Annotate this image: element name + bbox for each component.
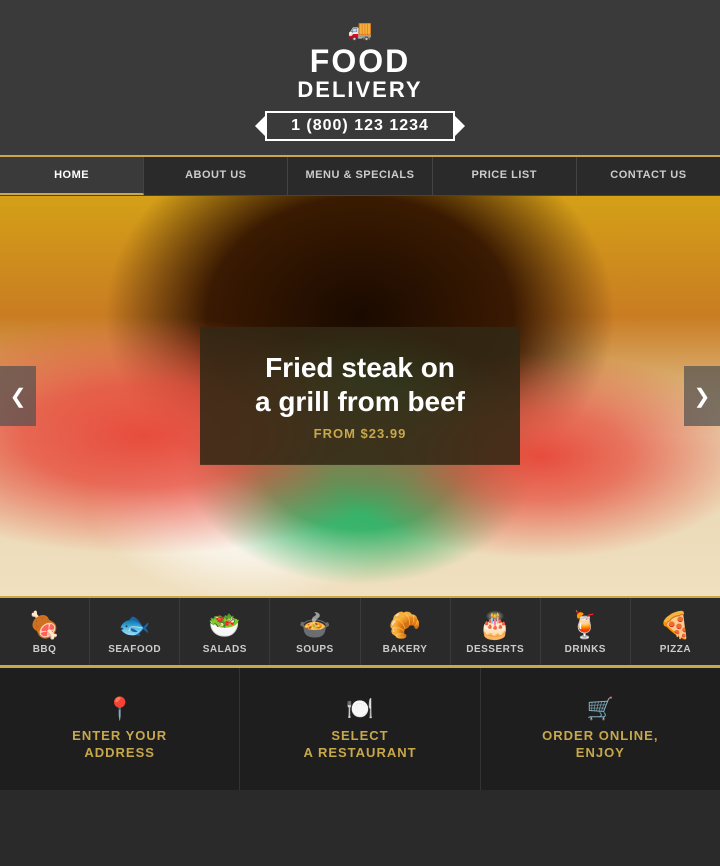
hero-prev-button[interactable]: ❮ <box>0 366 36 426</box>
cat-bbq-label: BBQ <box>33 644 57 655</box>
step-restaurant-title: SELECT A RESTAURANT <box>260 728 459 762</box>
drinks-icon: 🍹 <box>545 612 626 638</box>
hero-title: Fried steak on a grill from beef <box>240 351 480 418</box>
pizza-icon: 🍕 <box>635 612 716 638</box>
seafood-icon: 🐟 <box>94 612 175 638</box>
step-order: 🛒 ORDER ONLINE, ENJOY <box>481 668 720 790</box>
address-icon: 📍 <box>20 696 219 722</box>
nav-home[interactable]: HOME <box>0 157 144 195</box>
cat-desserts[interactable]: 🎂 DESSERTS <box>451 598 541 665</box>
hero-next-button[interactable]: ❯ <box>684 366 720 426</box>
cat-drinks[interactable]: 🍹 DRINKS <box>541 598 631 665</box>
nav-about[interactable]: ABOUT US <box>144 157 288 195</box>
cat-bakery-label: BAKERY <box>383 644 428 655</box>
nav-contact[interactable]: CONTACT US <box>577 157 720 195</box>
main-nav: HOME ABOUT US MENU & SPECIALS PRICE LIST… <box>0 157 720 196</box>
desserts-icon: 🎂 <box>455 612 536 638</box>
cat-soups[interactable]: 🍲 SOUPS <box>270 598 360 665</box>
nav-menu[interactable]: MENU & SPECIALS <box>288 157 432 195</box>
step-order-title: ORDER ONLINE, ENJOY <box>501 728 700 762</box>
hero-overlay: Fried steak on a grill from beef FROM $2… <box>200 327 520 465</box>
cat-salads[interactable]: 🥗 SALADS <box>180 598 270 665</box>
phone-badge[interactable]: 1 (800) 123 1234 <box>265 111 455 141</box>
step-address: 📍 ENTER YOUR ADDRESS <box>0 668 240 790</box>
bakery-icon: 🥐 <box>365 612 446 638</box>
step-address-title: ENTER YOUR ADDRESS <box>20 728 219 762</box>
order-icon: 🛒 <box>501 696 700 722</box>
nav-price[interactable]: PRICE LIST <box>433 157 577 195</box>
site-title-line1: FOOD <box>0 45 720 77</box>
cat-seafood-label: SEAFOOD <box>108 644 161 655</box>
bbq-icon: 🍖 <box>4 612 85 638</box>
restaurant-icon: 🍽️ <box>260 696 459 722</box>
soups-icon: 🍲 <box>274 612 355 638</box>
cat-pizza[interactable]: 🍕 PIZZA <box>631 598 720 665</box>
cat-bbq[interactable]: 🍖 BBQ <box>0 598 90 665</box>
site-header: 🚚 FOOD DELIVERY 1 (800) 123 1234 <box>0 0 720 157</box>
hero-price: FROM $23.99 <box>240 426 480 441</box>
salads-icon: 🥗 <box>184 612 265 638</box>
cat-pizza-label: PIZZA <box>660 644 691 655</box>
cat-seafood[interactable]: 🐟 SEAFOOD <box>90 598 180 665</box>
hero-section: ❮ ❯ Fried steak on a grill from beef FRO… <box>0 196 720 596</box>
truck-icon: 🚚 <box>0 18 720 43</box>
steps-section: 📍 ENTER YOUR ADDRESS 🍽️ SELECT A RESTAUR… <box>0 665 720 790</box>
site-title-line2: DELIVERY <box>0 77 720 103</box>
cat-desserts-label: DESSERTS <box>466 644 524 655</box>
cat-drinks-label: DRINKS <box>565 644 606 655</box>
cat-soups-label: SOUPS <box>296 644 334 655</box>
category-bar: 🍖 BBQ 🐟 SEAFOOD 🥗 SALADS 🍲 SOUPS 🥐 BAKER… <box>0 596 720 665</box>
cat-bakery[interactable]: 🥐 BAKERY <box>361 598 451 665</box>
step-restaurant: 🍽️ SELECT A RESTAURANT <box>240 668 480 790</box>
cat-salads-label: SALADS <box>203 644 247 655</box>
